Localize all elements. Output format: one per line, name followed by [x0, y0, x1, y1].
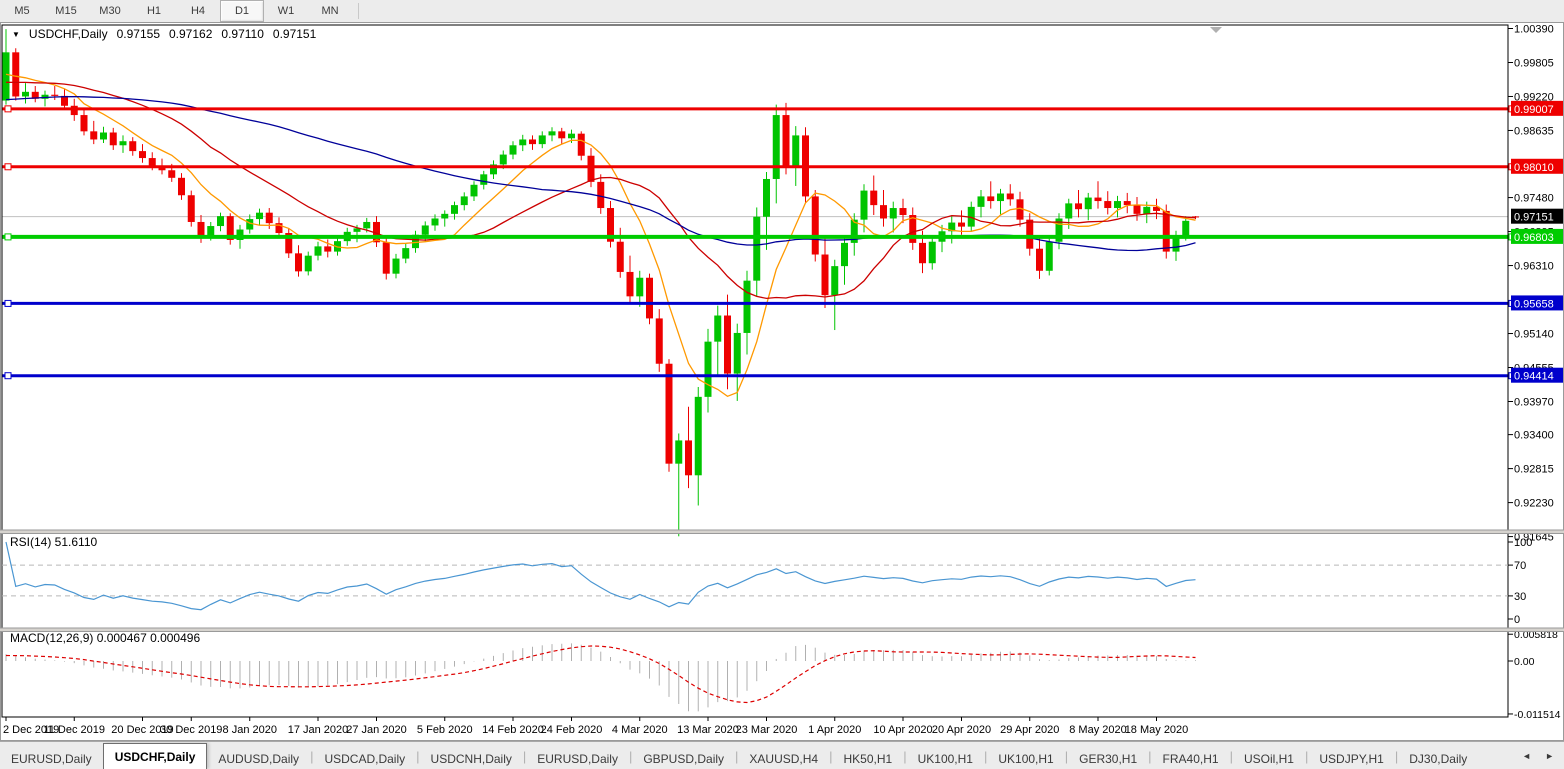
tab-dj30-daily[interactable]: DJ30,Daily: [1398, 748, 1478, 769]
price-tick-label: 1.00390: [1514, 24, 1554, 36]
price-level-badge-text: 0.95658: [1514, 298, 1554, 310]
date-tick-label: 5 Feb 2020: [417, 724, 473, 736]
tab-usdjpy-h1[interactable]: USDJPY,H1: [1308, 748, 1394, 769]
timeframe-button-h4[interactable]: H4: [176, 0, 220, 22]
date-tick-label: 8 May 2020: [1069, 724, 1126, 736]
ohlc-low-value: 0.97110: [221, 27, 264, 41]
tabs-scroll-left-icon[interactable]: ◄: [1522, 751, 1531, 761]
timeframe-button-m5[interactable]: M5: [0, 0, 44, 22]
chart-title: ▼ USDCHF,Daily 0.97155 0.97162 0.97110 0…: [12, 27, 316, 41]
timeframe-button-h1[interactable]: H1: [132, 0, 176, 22]
collapse-arrow-icon[interactable]: ▼: [12, 30, 20, 39]
rsi-indicator-label: RSI(14) 51.6110: [10, 535, 97, 549]
timeframe-button-d1[interactable]: D1: [220, 0, 264, 22]
tab-usdchf-daily[interactable]: USDCHF,Daily: [103, 743, 208, 769]
price-level-badge-text: 0.99007: [1514, 104, 1554, 116]
line-handle[interactable]: [5, 300, 11, 306]
date-tick-label: 4 Mar 2020: [612, 724, 668, 736]
date-tick-label: 11 Dec 2019: [43, 724, 105, 736]
rsi-tick-label: 100: [1514, 537, 1532, 549]
macd-indicator-label: MACD(12,26,9) 0.000467 0.000496: [10, 631, 200, 645]
chart-symbol-label: USDCHF,Daily: [29, 27, 108, 41]
tab-gbpusd-daily[interactable]: GBPUSD,Daily: [632, 748, 735, 769]
rsi-tick-label: 30: [1514, 591, 1526, 603]
date-tick-label: 20 Apr 2020: [932, 724, 991, 736]
macd-tick-label: 0.00: [1514, 656, 1535, 668]
date-tick-label: 17 Jan 2020: [288, 724, 349, 736]
tab-audusd-daily[interactable]: AUDUSD,Daily: [207, 748, 310, 769]
timeframe-toolbar: M5M15M30H1H4D1W1MN: [0, 0, 1564, 23]
tab-uk100-h1[interactable]: UK100,H1: [907, 748, 984, 769]
chart-window: 1.003900.998050.992200.986350.974800.968…: [0, 22, 1564, 741]
ohlc-open-value: 0.97155: [117, 27, 160, 41]
price-level-badge-text: 0.98010: [1514, 162, 1554, 174]
tab-xauusd-h4[interactable]: XAUUSD,H4: [738, 748, 829, 769]
tab-uk100-h1[interactable]: UK100,H1: [987, 748, 1064, 769]
date-tick-label: 30 Dec 2019: [160, 724, 222, 736]
date-tick-label: 14 Feb 2020: [482, 724, 544, 736]
price-tick-label: 0.96310: [1514, 261, 1554, 273]
chart-tabs-bar: EURUSD,DailyUSDCHF,DailyAUDUSD,Daily|USD…: [0, 741, 1564, 769]
price-tick-label: 0.98635: [1514, 125, 1554, 137]
timeframe-button-w1[interactable]: W1: [264, 0, 308, 22]
tab-usdcnh-daily[interactable]: USDCNH,Daily: [420, 748, 523, 769]
current-price-badge-text: 0.97151: [1514, 212, 1554, 224]
price-tick-label: 0.95140: [1514, 329, 1554, 341]
date-tick-label: 8 Jan 2020: [223, 724, 277, 736]
rsi-tick-label: 0: [1514, 614, 1520, 626]
pane-separator[interactable]: [0, 530, 1564, 534]
date-tick-label: 13 Mar 2020: [677, 724, 739, 736]
tab-eurusd-daily[interactable]: EURUSD,Daily: [0, 748, 103, 769]
line-handle[interactable]: [5, 373, 11, 379]
tab-fra40-h1[interactable]: FRA40,H1: [1152, 748, 1230, 769]
date-tick-label: 10 Apr 2020: [873, 724, 932, 736]
price-tick-label: 0.92230: [1514, 498, 1554, 510]
tab-usdcad-daily[interactable]: USDCAD,Daily: [313, 748, 416, 769]
line-handle[interactable]: [5, 164, 11, 170]
macd-tick-label: -0.011514: [1514, 709, 1561, 721]
date-tick-label: 27 Jan 2020: [346, 724, 407, 736]
date-tick-label: 18 May 2020: [1125, 724, 1189, 736]
timeframe-button-m15[interactable]: M15: [44, 0, 88, 22]
ohlc-close-value: 0.97151: [273, 27, 316, 41]
price-tick-label: 0.99805: [1514, 57, 1554, 69]
pane-separator[interactable]: [0, 628, 1564, 632]
ohlc-high-value: 0.97162: [169, 27, 212, 41]
tab-eurusd-daily[interactable]: EURUSD,Daily: [526, 748, 629, 769]
tabs-scroll-right-icon[interactable]: ►: [1545, 751, 1554, 761]
date-tick-label: 1 Apr 2020: [808, 724, 861, 736]
timeframe-button-mn[interactable]: MN: [308, 0, 352, 22]
rsi-tick-label: 70: [1514, 560, 1526, 572]
chart-canvas[interactable]: 1.003900.998050.992200.986350.974800.968…: [0, 22, 1564, 741]
date-tick-label: 23 Mar 2020: [736, 724, 798, 736]
tab-usoil-h1[interactable]: USOil,H1: [1233, 748, 1305, 769]
price-level-badge-text: 0.94414: [1514, 371, 1554, 383]
tab-hk50-h1[interactable]: HK50,H1: [833, 748, 904, 769]
price-tick-label: 0.93400: [1514, 430, 1554, 442]
date-tick-label: 24 Feb 2020: [541, 724, 603, 736]
tabs-scroll-arrows: ◄►: [1522, 751, 1564, 761]
tab-ger30-h1[interactable]: GER30,H1: [1068, 748, 1148, 769]
price-level-badge-text: 0.96803: [1514, 232, 1554, 244]
date-tick-label: 29 Apr 2020: [1000, 724, 1059, 736]
price-tick-label: 0.97480: [1514, 193, 1554, 205]
toolbar-separator: [358, 3, 359, 19]
line-handle[interactable]: [5, 106, 11, 112]
price-tick-label: 0.92815: [1514, 464, 1554, 476]
timeframe-button-m30[interactable]: M30: [88, 0, 132, 22]
line-handle[interactable]: [5, 234, 11, 240]
price-tick-label: 0.93970: [1514, 397, 1554, 409]
